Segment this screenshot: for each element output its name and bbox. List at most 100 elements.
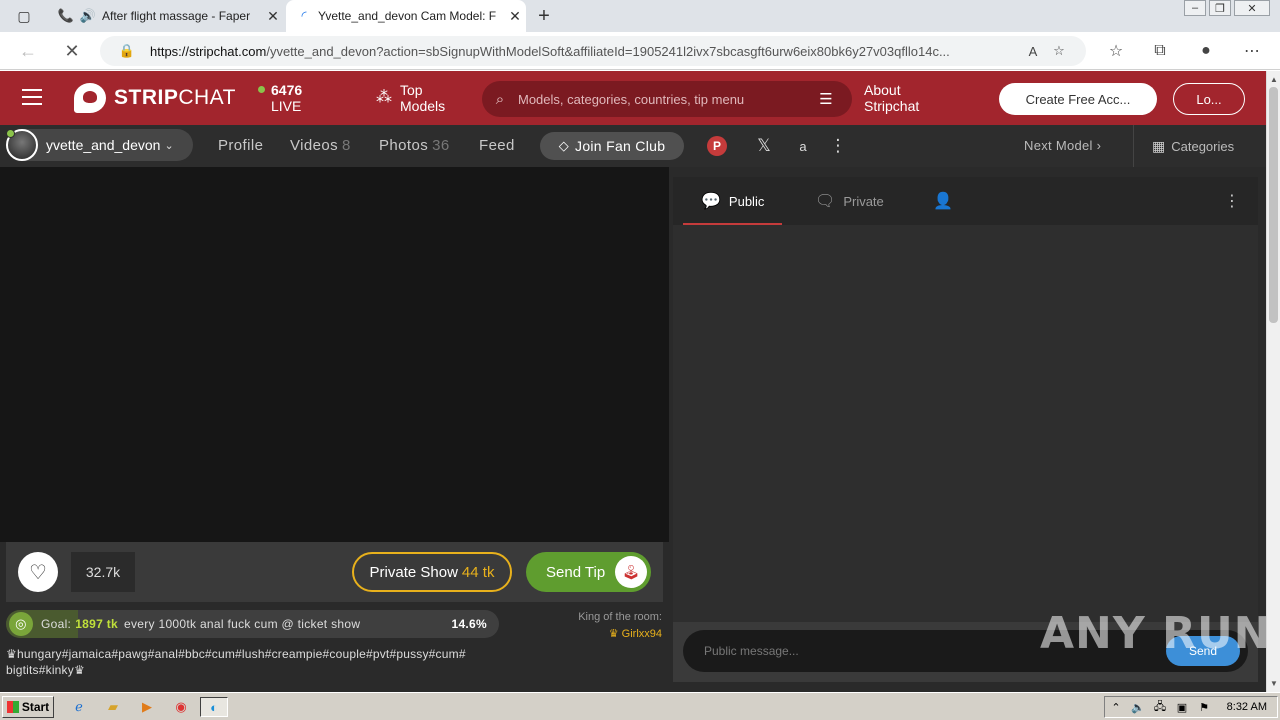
site-logo[interactable]: STRIP CHAT bbox=[74, 83, 236, 113]
private-show-button[interactable]: Private Show 44 tk bbox=[352, 552, 512, 592]
flag-icon[interactable]: ⚑ bbox=[1193, 701, 1215, 714]
online-status-icon bbox=[6, 129, 15, 138]
heart-icon[interactable]: ♡ bbox=[18, 552, 58, 592]
chat-messages bbox=[673, 225, 1258, 622]
model-name: yvette_and_devon bbox=[46, 137, 161, 153]
grid-icon: ▦ bbox=[1152, 138, 1166, 154]
clock[interactable]: 8:32 AM bbox=[1227, 701, 1267, 713]
favorites-icon[interactable]: ☆ bbox=[1104, 40, 1128, 62]
edge-icon[interactable]: ◐ bbox=[200, 697, 228, 717]
tray-expand-icon[interactable]: ⌃ bbox=[1105, 701, 1127, 714]
address-bar: ← ✕ 🔒 https://stripchat.com/yvette_and_d… bbox=[0, 32, 1280, 70]
speech-bubble-icon: 💬 bbox=[701, 193, 721, 210]
next-model-button[interactable]: Next Model › bbox=[1024, 138, 1101, 153]
stream-controls: ♡ 32.7k Private Show 44 tk Send Tip 🕹 bbox=[6, 542, 663, 602]
login-button[interactable]: Lo... bbox=[1173, 83, 1245, 115]
send-tip-label: Send Tip bbox=[546, 563, 606, 581]
scroll-down-icon[interactable]: ▼ bbox=[1270, 679, 1278, 688]
tab-photos[interactable]: Photos 36 bbox=[379, 137, 450, 154]
amazon-icon[interactable]: a bbox=[792, 136, 814, 156]
goal-description: every 1000tk anal fuck cum @ ticket show bbox=[124, 617, 361, 631]
browser-tab-inactive[interactable]: 📞 🔊 After flight massage - Faper ✕ bbox=[48, 0, 284, 32]
watermark-logo: ANY RUN bbox=[1040, 608, 1272, 659]
new-tab-icon[interactable]: + bbox=[532, 4, 556, 28]
more-icon[interactable]: ⋯ bbox=[1240, 40, 1264, 62]
url-box[interactable]: 🔒 https://stripchat.com/yvette_and_devon… bbox=[100, 36, 1086, 66]
live-dot-icon bbox=[258, 86, 265, 93]
chrome-icon[interactable]: ◉ bbox=[170, 697, 192, 717]
next-model-label: Next Model bbox=[1024, 138, 1093, 153]
back-icon[interactable]: ← bbox=[14, 38, 42, 64]
speaker-icon[interactable]: 🔊 bbox=[80, 8, 96, 24]
avatar[interactable] bbox=[6, 129, 38, 161]
loading-icon: ◜ bbox=[301, 8, 307, 23]
model-bar: yvette_and_devon ⌄ Profile Videos 8 Photo… bbox=[0, 125, 1266, 167]
filter-icon[interactable]: ☰ bbox=[808, 90, 844, 108]
internet-explorer-icon[interactable]: ℯ bbox=[68, 697, 90, 717]
chat-panel: 💬 Public 🗨 Private 👤 ⋮ Send bbox=[673, 177, 1258, 682]
model-chip[interactable]: yvette_and_devon ⌄ bbox=[6, 129, 193, 161]
live-counter[interactable]: 6476 LIVE bbox=[258, 82, 302, 114]
patreon-icon[interactable]: P bbox=[707, 136, 727, 156]
more-vertical-icon[interactable]: ⋮ bbox=[1224, 191, 1240, 211]
tab-profile[interactable]: Profile bbox=[218, 137, 263, 154]
close-icon[interactable]: ✕ bbox=[262, 8, 284, 25]
search-icon: ⌕ bbox=[495, 90, 505, 108]
goal-label: Goal: bbox=[41, 617, 72, 631]
crown-icon: ♛ bbox=[608, 628, 619, 640]
divider bbox=[1133, 125, 1134, 167]
scroll-up-icon[interactable]: ▲ bbox=[1270, 75, 1278, 84]
lock-icon[interactable]: 🔒 bbox=[112, 43, 142, 59]
diamond-icon: ◇ bbox=[558, 138, 570, 153]
url-text[interactable]: https://stripchat.com/yvette_and_devon?a… bbox=[150, 44, 1020, 59]
more-vertical-icon[interactable]: ⋮ bbox=[827, 136, 849, 156]
volume-icon[interactable]: 🔈 bbox=[1127, 701, 1149, 714]
collections-icon[interactable]: ⧉ bbox=[1148, 40, 1172, 62]
add-favorite-icon[interactable]: ☆ bbox=[1046, 43, 1072, 59]
search-input[interactable] bbox=[518, 91, 808, 107]
tab-title: Yvette_and_devon Cam Model: F bbox=[318, 9, 497, 23]
scrollbar-thumb[interactable] bbox=[1269, 87, 1278, 323]
model-tags: ♛hungary#jamaica#pawg#anal#bbc#cum#lush#… bbox=[6, 646, 506, 678]
create-account-button[interactable]: Create Free Acc... bbox=[999, 83, 1157, 115]
stop-loading-icon[interactable]: ✕ bbox=[58, 38, 86, 64]
minimize-icon[interactable]: – bbox=[1184, 0, 1206, 16]
media-player-icon[interactable]: ▶ bbox=[136, 697, 158, 717]
windows-taskbar: Start ℯ ▰ ▶ ◉ ◐ ⌃ 🔈 🖧 ▣ ⚑ 8:32 AM bbox=[0, 692, 1280, 720]
profile-avatar-icon[interactable]: ● bbox=[1194, 40, 1218, 62]
window-close-icon[interactable]: ✕ bbox=[1234, 0, 1270, 16]
network-icon[interactable]: 🖧 bbox=[1149, 698, 1171, 717]
video-player[interactable] bbox=[0, 167, 669, 542]
fan-club-label: Join Fan Club bbox=[575, 138, 666, 154]
send-tip-button[interactable]: Send Tip 🕹 bbox=[526, 552, 651, 592]
read-aloud-icon[interactable]: A bbox=[1020, 44, 1046, 59]
vertical-scrollbar[interactable]: ▲ ▼ bbox=[1266, 71, 1280, 692]
chat-tab-users[interactable]: 👤 bbox=[933, 177, 961, 225]
tab-actions-icon[interactable]: ▢ bbox=[8, 6, 40, 26]
tab-label: Videos bbox=[290, 137, 338, 154]
tab-videos[interactable]: Videos 8 bbox=[290, 137, 351, 154]
chat-tab-public[interactable]: 💬 Public bbox=[683, 177, 783, 225]
private-show-price: 44 tk bbox=[461, 563, 495, 581]
categories-label: Categories bbox=[1171, 139, 1235, 154]
site-header: STRIPCHAT 6476 LIVE ⁂ TopModels ⌕ ☰ Abou… bbox=[0, 71, 1266, 125]
about-line1: About bbox=[864, 82, 901, 98]
goal-target-icon: ◎ bbox=[9, 612, 33, 636]
tab-title: After flight massage - Faper bbox=[102, 9, 251, 23]
restore-icon[interactable]: ❐ bbox=[1209, 0, 1231, 16]
folder-icon[interactable]: ▰ bbox=[102, 697, 124, 717]
security-icon[interactable]: ▣ bbox=[1171, 701, 1193, 714]
start-button[interactable]: Start bbox=[2, 696, 54, 718]
hamburger-menu-icon[interactable] bbox=[22, 89, 42, 105]
close-icon[interactable]: ✕ bbox=[504, 8, 526, 25]
tab-feed[interactable]: Feed bbox=[479, 137, 515, 154]
chat-tab-private[interactable]: 🗨 Private bbox=[815, 177, 884, 225]
about-link[interactable]: About Stripchat bbox=[864, 82, 919, 114]
categories-button[interactable]: ▦ Categories bbox=[1152, 138, 1234, 155]
browser-tab-active[interactable]: ◜ Yvette_and_devon Cam Model: F ✕ bbox=[286, 0, 526, 32]
join-fan-club-button[interactable]: ◇ Join Fan Club bbox=[540, 132, 684, 160]
x-twitter-icon[interactable]: 𝕏 bbox=[753, 136, 775, 156]
king-user[interactable]: ♛ Girlxx94 bbox=[560, 627, 662, 640]
about-line2: Stripchat bbox=[864, 98, 920, 114]
top-models-link[interactable]: ⁂ Top Models bbox=[376, 82, 445, 114]
